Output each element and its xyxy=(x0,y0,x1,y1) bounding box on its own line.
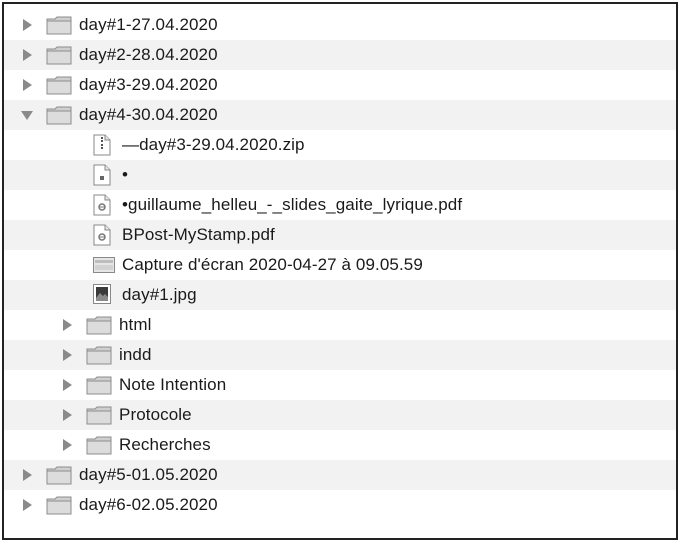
folder-row[interactable]: day#5-01.05.2020 xyxy=(4,460,676,490)
folder-icon xyxy=(46,465,72,490)
folder-row[interactable]: html xyxy=(4,310,676,340)
item-label: •guillaume_helleu_-_slides_gaite_lyrique… xyxy=(122,195,463,214)
folder-icon xyxy=(46,45,72,70)
image-file-icon xyxy=(93,284,111,309)
pdf-file-icon xyxy=(93,194,111,221)
folder-icon xyxy=(46,75,72,100)
disclosure-triangle-collapsed-icon[interactable] xyxy=(20,18,34,32)
folder-icon xyxy=(86,345,112,370)
folder-icon xyxy=(46,495,72,520)
file-browser-list: day#1-27.04.2020 day#2-28.04.2020 day#3-29… xyxy=(2,2,678,540)
folder-row[interactable]: day#4-30.04.2020 xyxy=(4,100,676,130)
folder-row[interactable]: day#1-27.04.2020 xyxy=(4,10,676,40)
file-row[interactable]: •guillaume_helleu_-_slides_gaite_lyrique… xyxy=(4,190,676,220)
item-label: day#1-27.04.2020 xyxy=(79,15,218,34)
item-label: day#5-01.05.2020 xyxy=(79,465,218,484)
disclosure-triangle-collapsed-icon[interactable] xyxy=(60,408,74,422)
file-row[interactable]: day#1.jpg xyxy=(4,280,676,310)
item-label: —day#3-29.04.2020.zip xyxy=(122,135,305,154)
folder-row[interactable]: Recherches xyxy=(4,430,676,460)
screenshot-file-icon xyxy=(93,257,115,278)
item-label: indd xyxy=(119,345,152,364)
folder-row[interactable]: day#3-29.04.2020 xyxy=(4,70,676,100)
folder-icon xyxy=(86,315,112,340)
disclosure-triangle-expanded-icon[interactable] xyxy=(20,108,34,122)
disclosure-triangle-collapsed-icon[interactable] xyxy=(20,468,34,482)
folder-icon xyxy=(46,15,72,40)
item-label: Note Intention xyxy=(119,375,227,394)
item-label: day#6-02.05.2020 xyxy=(79,495,218,514)
disclosure-triangle-collapsed-icon[interactable] xyxy=(20,48,34,62)
disclosure-triangle-collapsed-icon[interactable] xyxy=(20,78,34,92)
item-label: day#2-28.04.2020 xyxy=(79,45,218,64)
folder-row[interactable]: day#2-28.04.2020 xyxy=(4,40,676,70)
item-label: day#4-30.04.2020 xyxy=(79,105,218,124)
folder-row[interactable]: Protocole xyxy=(4,400,676,430)
pdf-file-icon xyxy=(93,224,111,251)
item-label: Recherches xyxy=(119,435,211,454)
document-icon xyxy=(93,164,111,191)
folder-icon xyxy=(86,435,112,460)
disclosure-triangle-collapsed-icon[interactable] xyxy=(60,378,74,392)
file-row[interactable]: —day#3-29.04.2020.zip xyxy=(4,130,676,160)
folder-row[interactable]: Note Intention xyxy=(4,370,676,400)
item-label: Capture d'écran 2020-04-27 à 09.05.59 xyxy=(122,255,423,274)
folder-row[interactable]: indd xyxy=(4,340,676,370)
folder-row[interactable]: day#6-02.05.2020 xyxy=(4,490,676,520)
folder-icon xyxy=(46,105,72,130)
folder-icon xyxy=(86,405,112,430)
file-row[interactable]: Capture d'écran 2020-04-27 à 09.05.59 xyxy=(4,250,676,280)
item-label: Protocole xyxy=(119,405,192,424)
item-label: BPost-MyStamp.pdf xyxy=(122,225,275,244)
item-label: day#3-29.04.2020 xyxy=(79,75,218,94)
disclosure-triangle-collapsed-icon[interactable] xyxy=(60,438,74,452)
item-label: day#1.jpg xyxy=(122,285,197,304)
folder-icon xyxy=(86,375,112,400)
file-row[interactable]: • xyxy=(4,160,676,190)
item-label: • xyxy=(122,165,129,184)
disclosure-triangle-collapsed-icon[interactable] xyxy=(60,348,74,362)
disclosure-triangle-collapsed-icon[interactable] xyxy=(60,318,74,332)
disclosure-triangle-collapsed-icon[interactable] xyxy=(20,498,34,512)
item-label: html xyxy=(119,315,152,334)
zip-file-icon xyxy=(93,134,111,161)
file-row[interactable]: BPost-MyStamp.pdf xyxy=(4,220,676,250)
